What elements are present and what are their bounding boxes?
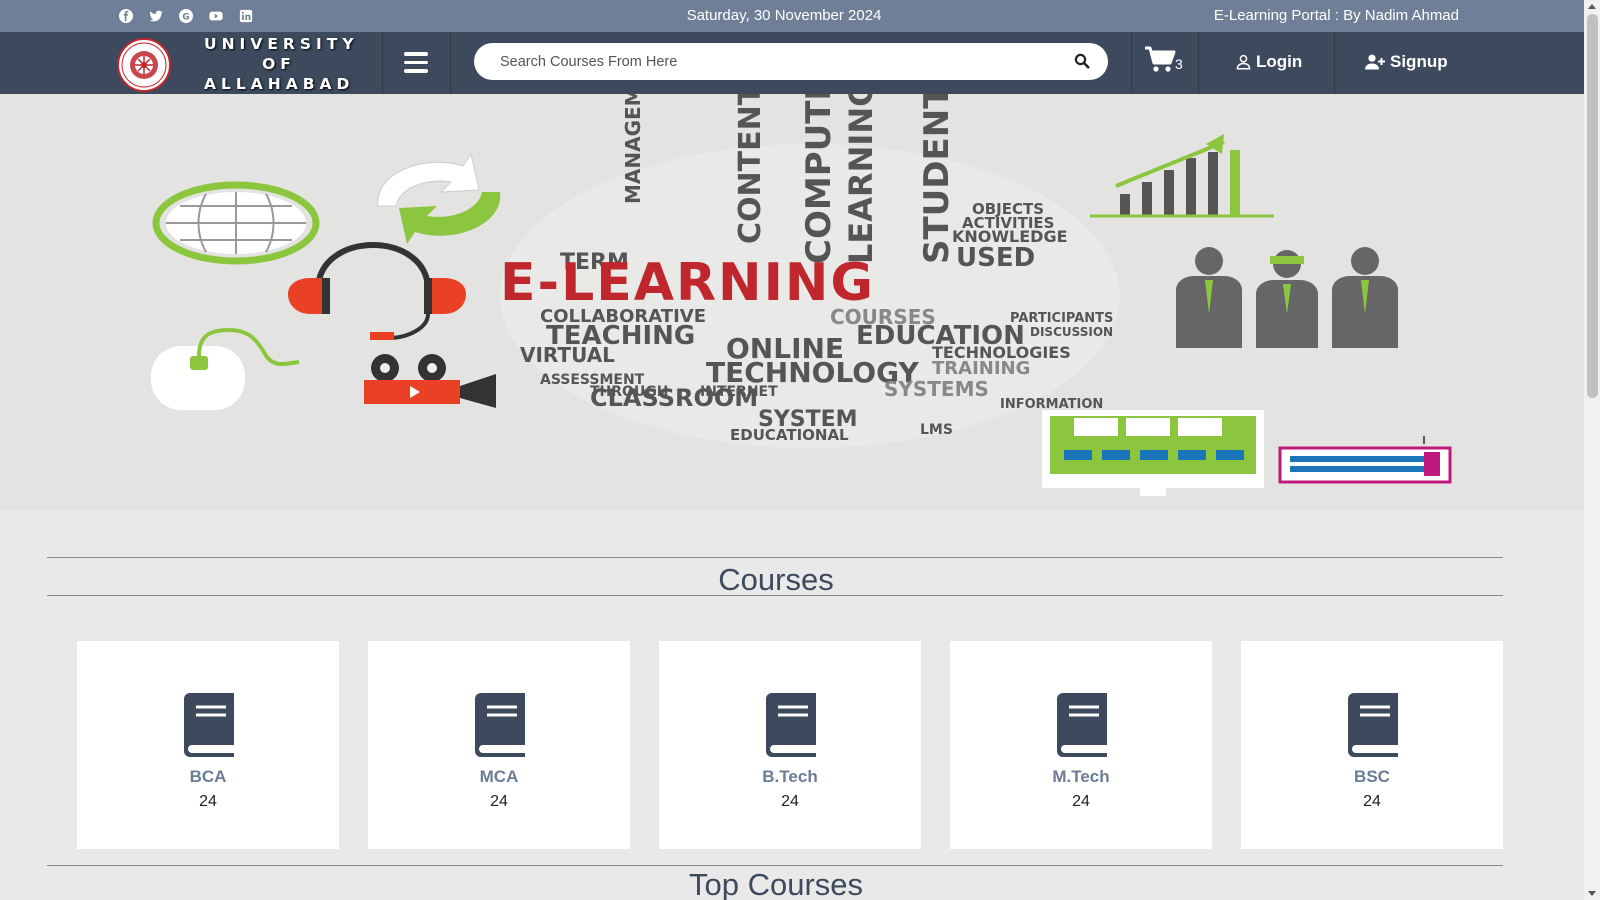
svg-text:DISCUSSION: DISCUSSION xyxy=(1030,325,1113,339)
svg-text:INTERNET: INTERNET xyxy=(700,384,778,400)
svg-text:LEARNING: LEARNING xyxy=(842,94,880,264)
cart-button[interactable]: 3 xyxy=(1144,46,1186,76)
signup-button[interactable]: Signup xyxy=(1365,52,1448,72)
scroll-down-arrow-icon[interactable] xyxy=(1588,891,1596,896)
top-info-bar: G Saturday, 30 November 2024 E-Learning … xyxy=(0,0,1584,32)
user-plus-icon xyxy=(1365,54,1385,70)
svg-text:STUDENT: STUDENT xyxy=(917,94,957,264)
course-card-bca[interactable]: BCA 24 xyxy=(77,641,339,849)
headset-icon xyxy=(288,242,466,340)
svg-text:THROUGH: THROUGH xyxy=(590,384,669,400)
course-name[interactable]: BCA xyxy=(77,767,339,787)
hero-banner: TERM MANAGEMENT CONTENT COMPUTER LEARNIN… xyxy=(0,94,1584,510)
section-divider xyxy=(47,595,1503,596)
divider xyxy=(1131,32,1132,94)
course-name[interactable]: B.Tech xyxy=(659,767,921,787)
refresh-icon xyxy=(377,152,501,244)
globe-icon xyxy=(152,181,320,265)
course-card-bsc[interactable]: BSC 24 xyxy=(1241,641,1503,849)
course-count: 24 xyxy=(199,793,217,810)
university-name[interactable]: UNIVERSITY OF ALLAHABAD xyxy=(204,34,354,94)
svg-text:COMPUTER: COMPUTER xyxy=(799,94,839,264)
svg-text:LMS: LMS xyxy=(920,422,953,438)
monitor-icon xyxy=(1042,410,1264,496)
search-bar xyxy=(474,43,1108,80)
course-count: 24 xyxy=(781,793,799,810)
portal-credit: E-Learning Portal : By Nadim Ahmad xyxy=(1213,7,1459,24)
book-icon xyxy=(1344,693,1402,757)
course-name[interactable]: MCA xyxy=(368,767,630,787)
book-icon xyxy=(471,693,529,757)
divider xyxy=(382,32,383,94)
main-navbar: UNIVERSITY OF ALLAHABAD 3 Login Signup xyxy=(0,32,1584,94)
cart-icon xyxy=(1145,46,1176,72)
section-divider xyxy=(47,557,1503,558)
divider xyxy=(1198,32,1199,94)
course-count: 24 xyxy=(1363,793,1381,810)
svg-text:PARTICIPANTS: PARTICIPANTS xyxy=(1010,311,1113,326)
course-card-mca[interactable]: MCA 24 xyxy=(368,641,630,849)
course-name[interactable]: BSC xyxy=(1241,767,1503,787)
book-icon xyxy=(762,693,820,757)
page-scrollbar[interactable] xyxy=(1584,0,1600,900)
video-camera-icon xyxy=(364,354,496,408)
course-name[interactable]: M.Tech xyxy=(950,767,1212,787)
mouse-icon xyxy=(151,327,300,410)
people-icon xyxy=(1176,247,1398,348)
cart-count-badge: 3 xyxy=(1175,56,1183,72)
svg-text:USED: USED xyxy=(956,243,1035,273)
svg-text:INFORMATION: INFORMATION xyxy=(1000,397,1103,412)
search-input[interactable] xyxy=(500,43,1060,80)
scroll-up-arrow-icon[interactable] xyxy=(1588,4,1596,9)
svg-text:MANAGEMENT: MANAGEMENT xyxy=(621,94,645,204)
svg-text:VIRTUAL: VIRTUAL xyxy=(520,343,615,367)
menu-toggle-icon[interactable] xyxy=(404,52,428,73)
word-cloud: TERM MANAGEMENT CONTENT COMPUTER LEARNIN… xyxy=(500,94,1120,448)
course-count: 24 xyxy=(490,793,508,810)
university-logo[interactable] xyxy=(110,37,178,92)
svg-text:CONTENT: CONTENT xyxy=(733,94,768,244)
login-button[interactable]: Login xyxy=(1236,52,1302,72)
divider xyxy=(1334,32,1335,94)
scrollbar-thumb[interactable] xyxy=(1587,14,1598,398)
book-icon xyxy=(180,693,238,757)
divider xyxy=(450,32,451,94)
svg-text:OBJECTS: OBJECTS xyxy=(972,200,1044,218)
elearning-illustration: TERM MANAGEMENT CONTENT COMPUTER LEARNIN… xyxy=(151,94,1452,496)
course-count: 24 xyxy=(1072,793,1090,810)
course-card-mtech[interactable]: M.Tech 24 xyxy=(950,641,1212,849)
growth-chart-icon xyxy=(1090,134,1274,218)
section-divider xyxy=(47,865,1503,866)
keyboard-icon xyxy=(1278,436,1452,484)
top-courses-heading: Top Courses xyxy=(688,867,864,900)
search-icon[interactable] xyxy=(1074,53,1090,69)
svg-text:E-LEARNING: E-LEARNING xyxy=(500,253,875,313)
courses-heading: Courses xyxy=(718,562,834,597)
svg-text:EDUCATIONAL: EDUCATIONAL xyxy=(730,426,849,444)
svg-text:TRAINING: TRAINING xyxy=(932,358,1030,379)
svg-text:SYSTEMS: SYSTEMS xyxy=(884,377,989,401)
course-card-btech[interactable]: B.Tech 24 xyxy=(659,641,921,849)
user-icon xyxy=(1236,54,1251,70)
book-icon xyxy=(1053,693,1111,757)
